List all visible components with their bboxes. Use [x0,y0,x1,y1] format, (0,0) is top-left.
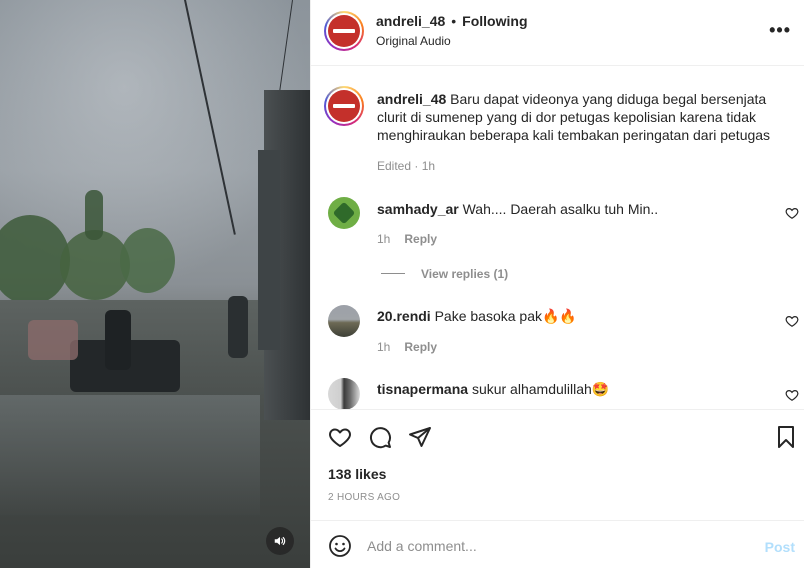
comment-text: 20.rendi Pake basoka pak🔥🔥 [377,307,767,325]
comment-body: Pake basoka pak🔥🔥 [434,308,577,324]
comment-body: Wah.... Daerah asalku tuh Min.. [462,201,659,217]
video-person [228,296,248,358]
comment-bubble-icon[interactable] [368,425,392,449]
comment-like-icon[interactable] [785,206,799,220]
commenter-avatar[interactable] [328,378,360,409]
reply-button[interactable]: Reply [404,340,437,354]
comment-text: samhady_ar Wah.... Daerah asalku tuh Min… [377,200,767,218]
speaker-icon [274,536,286,546]
comment-time: 1h [377,340,391,354]
comment-meta: 1h Reply [377,340,437,354]
video-tree [85,190,103,240]
comments-section: andreli_48 Baru dapat videonya yang didu… [311,67,804,410]
author-logo-icon [328,90,360,122]
comment-input[interactable] [367,535,747,557]
post-video[interactable] [0,0,310,568]
commenter-avatar[interactable] [328,305,360,337]
likes-count[interactable]: 138 likes [328,466,386,482]
post-details-panel: andreli_48 • Following Original Audio ••• … [310,0,804,568]
video-cart [28,320,78,360]
comment-meta: 1h Reply [377,232,437,246]
more-options-icon[interactable]: ••• [769,20,791,41]
commenter-avatar[interactable] [328,197,360,229]
video-building [258,150,280,350]
sound-toggle-button[interactable] [266,527,294,555]
comment-username[interactable]: 20.rendi [377,308,431,324]
comment-body: sukur alhamdulillah🤩 [471,381,610,397]
add-comment-bar: Post [311,520,804,568]
video-person [105,310,131,370]
caption-meta: Edited · 1h [377,159,436,173]
view-replies-button[interactable]: View replies (1) [421,267,508,281]
paper-plane-icon[interactable] [408,425,432,449]
post-actions [311,418,804,458]
audio-label[interactable]: Original Audio [376,34,451,48]
comment-time: 1h [377,232,391,246]
comment-username[interactable]: samhady_ar [377,201,459,217]
heart-icon[interactable] [328,425,352,449]
bookmark-icon[interactable] [774,425,798,449]
author-logo-icon [328,15,360,47]
caption-username[interactable]: andreli_48 [377,91,446,107]
video-tree [120,228,175,293]
author-username[interactable]: andreli_48 [376,13,445,29]
view-replies-line [381,273,405,274]
reply-button[interactable]: Reply [404,232,437,246]
posted-time: 2 HOURS AGO [328,492,401,503]
comment-text: tisnapermana sukur alhamdulillah🤩 [377,380,767,398]
post-comment-button[interactable]: Post [765,539,795,555]
video-puddle [0,395,260,515]
commenter-emblem-icon [332,201,356,225]
comment-username[interactable]: tisnapermana [377,381,468,397]
caption-text: andreli_48 Baru dapat videonya yang didu… [377,90,791,144]
comment-like-icon[interactable] [785,314,799,328]
caption-author-avatar[interactable] [324,86,364,126]
follow-status-button[interactable]: Following [462,13,527,29]
comment-like-icon[interactable] [785,388,799,402]
header-separator: • [451,13,457,29]
post-header: andreli_48 • Following Original Audio ••• [311,0,804,66]
emoji-smile-icon[interactable] [328,534,352,558]
author-avatar[interactable] [324,11,364,51]
